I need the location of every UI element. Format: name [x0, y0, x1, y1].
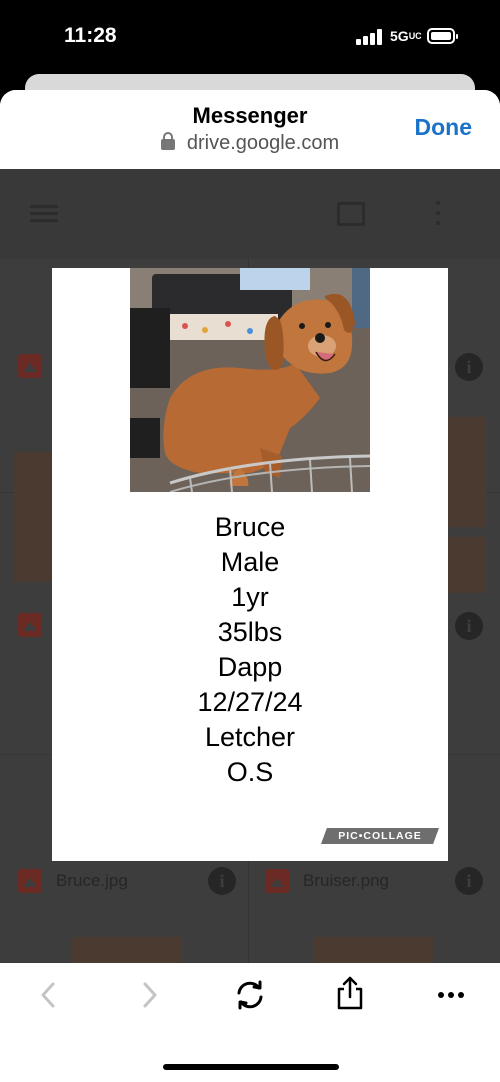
sheet-header: Messenger drive.google.com Done [0, 90, 500, 169]
info-icon[interactable]: i [455, 612, 483, 640]
more-icon[interactable] [421, 965, 481, 1025]
pet-breed: Dapp [217, 652, 283, 682]
url-text: drive.google.com [186, 132, 340, 154]
image-file-icon [18, 613, 42, 637]
menu-icon[interactable] [30, 205, 58, 223]
drive-topbar [0, 169, 500, 259]
pet-note: O.S [226, 757, 274, 787]
info-icon[interactable]: i [208, 867, 236, 895]
dog-photo [130, 268, 370, 492]
pet-info-text: Bruce Male 1yr 35lbs Dapp 12/27/24 Letch… [52, 510, 448, 790]
cellular-signal-icon [356, 29, 382, 45]
done-button[interactable]: Done [415, 114, 473, 141]
image-file-icon [18, 869, 42, 893]
file-thumbnail[interactable] [448, 417, 486, 527]
network-type-label: 5GUC [390, 28, 422, 44]
collage-image: Bruce Male 1yr 35lbs Dapp 12/27/24 Letch… [52, 268, 448, 861]
info-icon[interactable]: i [455, 867, 483, 895]
file-thumbnail[interactable] [72, 937, 182, 963]
pic-collage-watermark: PIC•COLLAGE [321, 828, 439, 844]
image-file-icon [18, 354, 42, 378]
status-bar: 11:28 5GUC [0, 0, 500, 78]
forward-icon[interactable] [120, 965, 180, 1025]
pet-date: 12/27/24 [197, 687, 303, 717]
pet-weight: 35lbs [217, 617, 283, 647]
file-thumbnail[interactable] [314, 937, 434, 963]
browser-sheet: Messenger drive.google.com Done i i Bruc… [0, 90, 500, 1082]
lock-icon [160, 132, 175, 150]
back-icon[interactable] [18, 965, 78, 1025]
status-time: 11:28 [64, 24, 117, 47]
share-icon[interactable] [320, 963, 380, 1023]
more-vert-icon[interactable] [436, 201, 440, 225]
battery-icon [427, 28, 458, 44]
file-thumbnail[interactable] [448, 537, 486, 593]
info-icon[interactable]: i [455, 353, 483, 381]
list-view-icon[interactable] [337, 202, 365, 226]
file-name[interactable]: Bruiser.png [303, 871, 389, 891]
reload-icon[interactable] [220, 965, 280, 1025]
file-thumbnail[interactable] [14, 452, 52, 582]
pet-location: Letcher [204, 722, 296, 752]
home-indicator [163, 1064, 339, 1070]
file-name[interactable]: Bruce.jpg [56, 871, 128, 891]
pet-age: 1yr [231, 582, 269, 612]
pet-name: Bruce [214, 512, 286, 542]
image-file-icon [265, 869, 289, 893]
pet-sex: Male [220, 547, 280, 577]
